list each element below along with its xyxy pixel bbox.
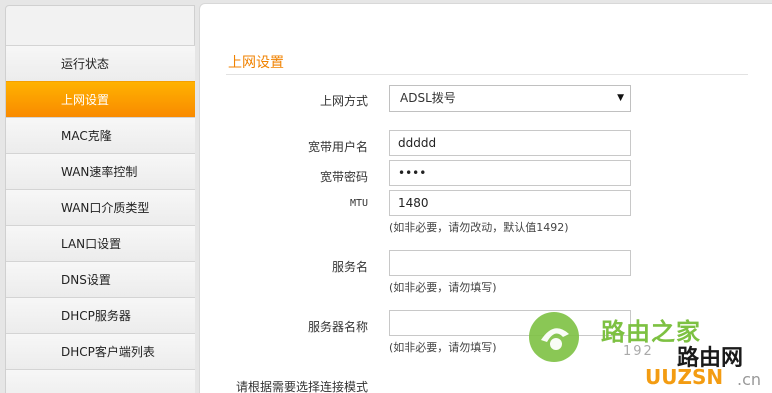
service-name-hint: (如非必要，请勿填写) [389,281,497,294]
sidebar-item-dhcp-clients[interactable]: DHCP客户端列表 [6,333,195,369]
sidebar-item-mac-clone[interactable]: MAC克隆 [6,117,195,153]
watermark-site-suffix: .cn [737,370,762,389]
sidebar-item-status[interactable]: 运行状态 [6,45,195,81]
server-name-hint: (如非必要，请勿填写) [389,341,497,354]
password-input[interactable]: •••• [389,160,631,186]
sidebar-menu: 运行状态 上网设置 MAC克隆 WAN速率控制 WAN口介质类型 LAN口设置 … [6,45,195,393]
title-divider [226,74,748,75]
connect-mode-prompt: 请根据需要选择连接模式 [235,380,368,393]
sidebar-item-more[interactable] [6,369,195,393]
watermark: 路由之家 192 路由网 UUZSN .cn [527,310,772,393]
mtu-label: MTU [349,198,368,209]
sidebar: 运行状态 上网设置 MAC克隆 WAN速率控制 WAN口介质类型 LAN口设置 … [5,5,195,393]
sidebar-item-dhcp-server[interactable]: DHCP服务器 [6,297,195,333]
mtu-hint: (如非必要，请勿改动，默认值1492) [389,221,569,234]
connection-type-select[interactable]: ADSL拨号 ▼ [389,85,631,112]
password-label: 宽带密码 [319,170,368,184]
username-label: 宽带用户名 [307,140,368,154]
service-name-label: 服务名 [331,260,368,274]
mtu-input[interactable]: 1480 [389,190,631,216]
connection-type-label: 上网方式 [319,94,368,108]
service-name-input[interactable] [389,250,631,276]
server-name-label: 服务器名称 [307,320,368,334]
section-title: 上网设置 [228,55,284,71]
watermark-site-latin: UUZSN [645,365,724,389]
username-input[interactable]: ddddd [389,130,631,156]
sidebar-item-wan-media[interactable]: WAN口介质类型 [6,189,195,225]
dropdown-arrow-icon: ▼ [617,93,624,103]
watermark-url-prefix: 192 [623,344,654,359]
connection-type-value: ADSL拨号 [400,91,456,105]
sidebar-item-lan-settings[interactable]: LAN口设置 [6,225,195,261]
sidebar-item-internet-settings[interactable]: 上网设置 [6,81,195,117]
sidebar-item-dns[interactable]: DNS设置 [6,261,195,297]
sidebar-item-wan-rate[interactable]: WAN速率控制 [6,153,195,189]
